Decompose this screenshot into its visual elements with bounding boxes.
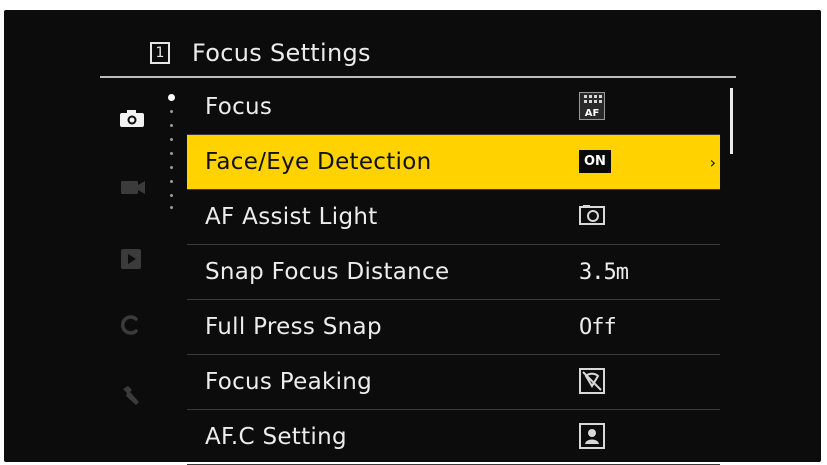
menu-item-label: AF.C Setting [205,424,347,450]
header-divider [100,76,736,78]
menu-item-value: 3.5m [579,259,629,285]
subpage-dot [170,206,173,209]
menu-list: Focus AF Face/Eye Detection ON › AF Assi… [187,80,720,465]
subpage-dot [170,124,173,127]
scrollbar[interactable] [730,88,734,154]
subpage-dot [170,110,173,113]
menu-item-face-eye-detection[interactable]: Face/Eye Detection ON › [187,135,720,190]
subpage-indicator [166,90,178,210]
page-number-box: 1 [150,42,170,64]
menu-item-label: AF Assist Light [205,204,378,230]
subpage-dot [170,194,173,197]
menu-item-full-press-snap[interactable]: Full Press Snap Off [187,300,720,355]
svg-text:AF: AF [585,108,600,119]
subpage-dot [170,166,173,169]
menu-item-label: Focus [205,94,273,120]
menu-item-label: Full Press Snap [205,314,382,340]
menu-header: 1 Focus Settings [150,36,371,70]
play-icon[interactable] [120,248,142,270]
menu-item-value: Off [579,314,617,340]
menu-item-snap-focus-distance[interactable]: Snap Focus Distance 3.5m [187,245,720,300]
menu-item-label: Snap Focus Distance [205,259,450,285]
custom-c-icon[interactable] [118,313,142,337]
menu-item-af-assist-light[interactable]: AF Assist Light [187,190,720,245]
multi-af-icon: AF [579,92,605,124]
wrench-icon[interactable] [118,383,142,407]
afc-setting-icon [579,423,605,453]
menu-item-afc-setting[interactable]: AF.C Setting [187,410,720,465]
on-badge: ON [579,150,611,173]
subpage-dot [170,152,173,155]
camera-icon[interactable] [118,108,146,128]
subpage-dot [170,180,173,183]
menu-item-focus-peaking[interactable]: Focus Peaking [187,355,720,410]
subpage-dot [170,138,173,141]
menu-item-label: Face/Eye Detection [205,149,432,175]
peaking-off-icon [579,368,605,398]
menu-item-focus[interactable]: Focus AF [187,80,720,135]
subpage-dot-active [168,94,175,101]
scrollbar-thumb[interactable] [730,88,733,154]
af-assist-light-icon [579,204,605,230]
page-title: Focus Settings [192,39,371,67]
chevron-right-icon: › [709,152,716,172]
video-camera-icon[interactable] [120,178,146,196]
menu-item-label: Focus Peaking [205,369,373,395]
